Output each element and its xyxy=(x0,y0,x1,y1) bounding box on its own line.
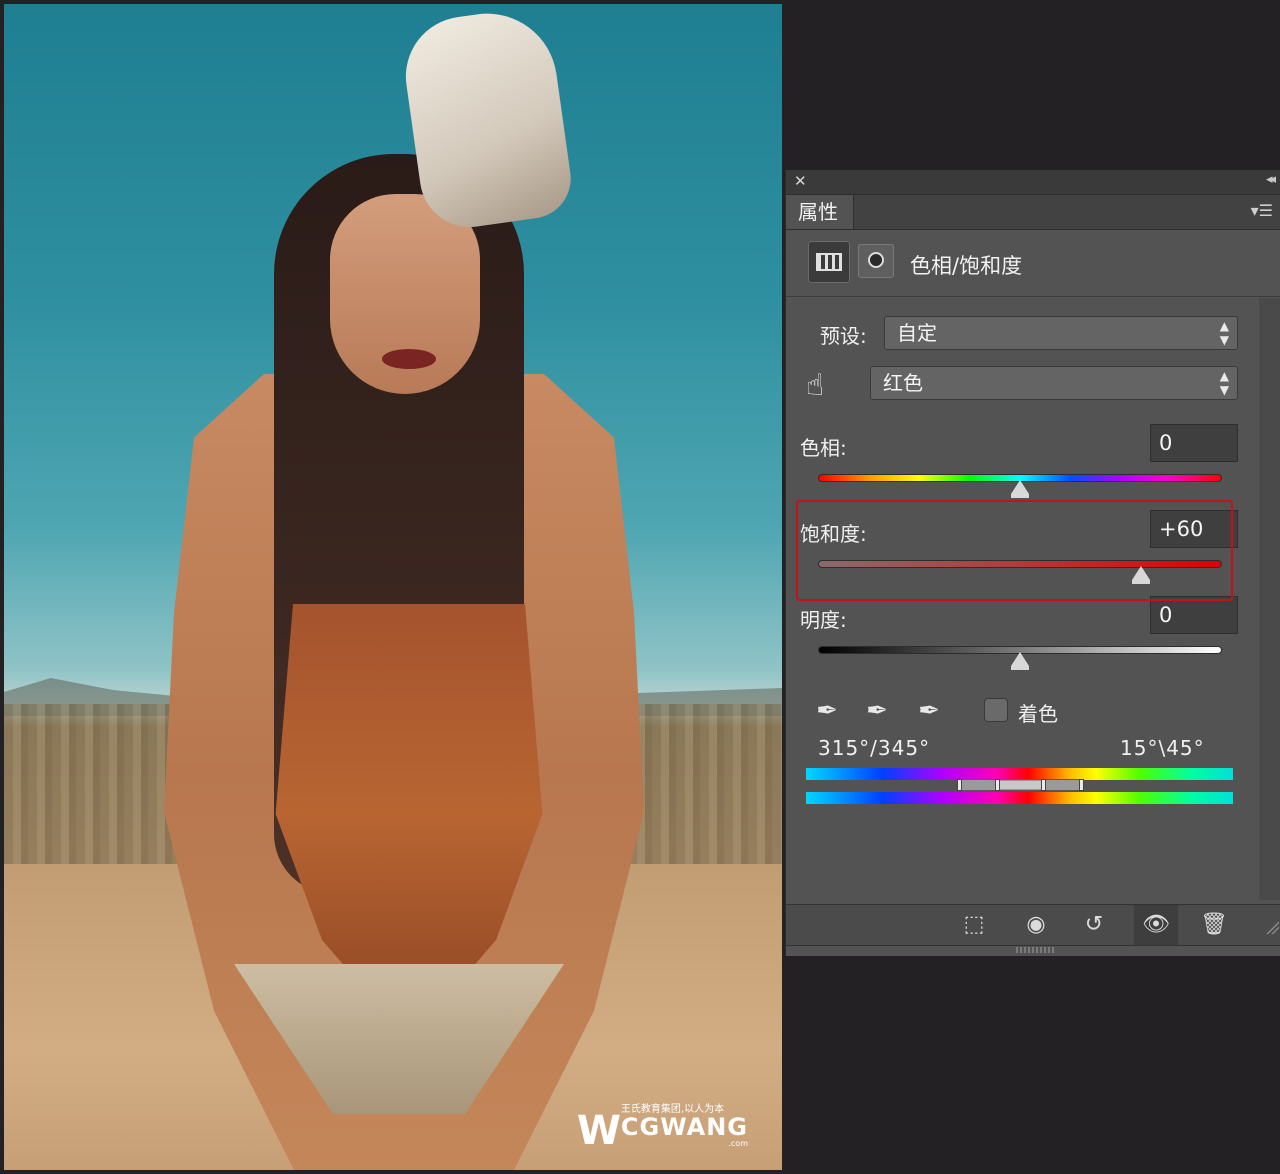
colorize-checkbox[interactable] xyxy=(984,698,1008,722)
targeted-adjustment-hand-icon[interactable]: ☝ xyxy=(806,366,846,406)
updown-arrows-icon: ▲ ▼ xyxy=(1219,369,1229,397)
colorize-label: 着色 xyxy=(1018,702,1058,726)
layer-mask-icon[interactable] xyxy=(858,244,894,278)
delete-icon[interactable]: 🗑 xyxy=(1192,905,1236,945)
panel-topbar: ✕ ◂◂ xyxy=(786,170,1280,195)
saturation-highlight-box xyxy=(796,500,1233,601)
hue-saturation-icon[interactable] xyxy=(808,241,850,283)
watermark: W 王氏教育集团,以人为本 CGWANG .com xyxy=(576,1100,748,1154)
watermark-domain: .com xyxy=(728,1139,748,1148)
photo-model xyxy=(154,4,654,1170)
range-handle-inner-left[interactable] xyxy=(995,779,1000,791)
resize-corner-icon[interactable] xyxy=(1265,920,1279,934)
lightness-input[interactable]: 0 xyxy=(1150,596,1238,634)
view-previous-state-icon[interactable]: ◉ xyxy=(1014,905,1058,945)
eyedropper-icon[interactable]: ✒ xyxy=(810,694,844,728)
channel-value: 红色 xyxy=(883,371,923,395)
watermark-text: 王氏教育集团,以人为本 CGWANG .com xyxy=(621,1100,748,1148)
preset-dropdown[interactable]: 自定 ▲ ▼ xyxy=(884,316,1238,350)
color-range-core xyxy=(997,781,1043,789)
preset-value: 自定 xyxy=(897,321,937,345)
range-handle-outer-right[interactable] xyxy=(1079,779,1084,791)
range-left-label: 315°/345° xyxy=(818,736,931,760)
panel-scrollbar[interactable] xyxy=(1259,298,1280,900)
adjustment-header: 色相/饱和度 xyxy=(786,230,1280,297)
watermark-logo: W xyxy=(576,1108,622,1154)
photo-skull-headpiece xyxy=(398,4,576,234)
adjustment-title: 色相/饱和度 xyxy=(910,254,1023,278)
photo-lips xyxy=(382,349,436,369)
updown-arrows-icon: ▲ ▼ xyxy=(1219,319,1229,347)
hue-input[interactable]: 0 xyxy=(1150,424,1238,462)
color-spectrum-bottom xyxy=(806,792,1233,804)
eyedropper-subtract-icon[interactable]: ✒ xyxy=(912,694,946,728)
eyedropper-add-icon[interactable]: ✒ xyxy=(860,694,894,728)
tab-properties[interactable]: 属性 xyxy=(786,195,854,229)
hue-label: 色相: xyxy=(800,436,847,460)
panel-footer: ⬚ ◉ ↺ 👁 🗑 xyxy=(786,904,1280,946)
preset-label: 预设: xyxy=(820,324,867,348)
panel-tab-row: 属性 ▾☰ xyxy=(786,195,1280,230)
hue-slider-thumb[interactable] xyxy=(1011,480,1029,498)
range-handle-outer-left[interactable] xyxy=(957,779,962,791)
channel-dropdown[interactable]: 红色 ▲ ▼ xyxy=(870,366,1238,400)
document-canvas[interactable]: W 王氏教育集团,以人为本 CGWANG .com xyxy=(4,4,782,1170)
panel-menu-icon[interactable]: ▾☰ xyxy=(1251,201,1273,220)
collapse-panel-icon[interactable]: ◂◂ xyxy=(1266,172,1276,187)
lightness-slider-thumb[interactable] xyxy=(1011,652,1029,670)
reset-icon[interactable]: ↺ xyxy=(1072,905,1116,945)
watermark-brand: CGWANG xyxy=(620,1113,748,1141)
panel-resize-grip[interactable] xyxy=(1016,947,1054,953)
color-range-slider[interactable] xyxy=(957,779,1084,791)
range-handle-inner-right[interactable] xyxy=(1041,779,1046,791)
close-icon[interactable]: ✕ xyxy=(794,172,807,190)
lightness-label: 明度: xyxy=(800,608,847,632)
clip-to-layer-icon[interactable]: ⬚ xyxy=(952,905,996,945)
visibility-icon[interactable]: 👁 xyxy=(1134,905,1178,945)
range-right-label: 15°\45° xyxy=(1120,736,1205,760)
